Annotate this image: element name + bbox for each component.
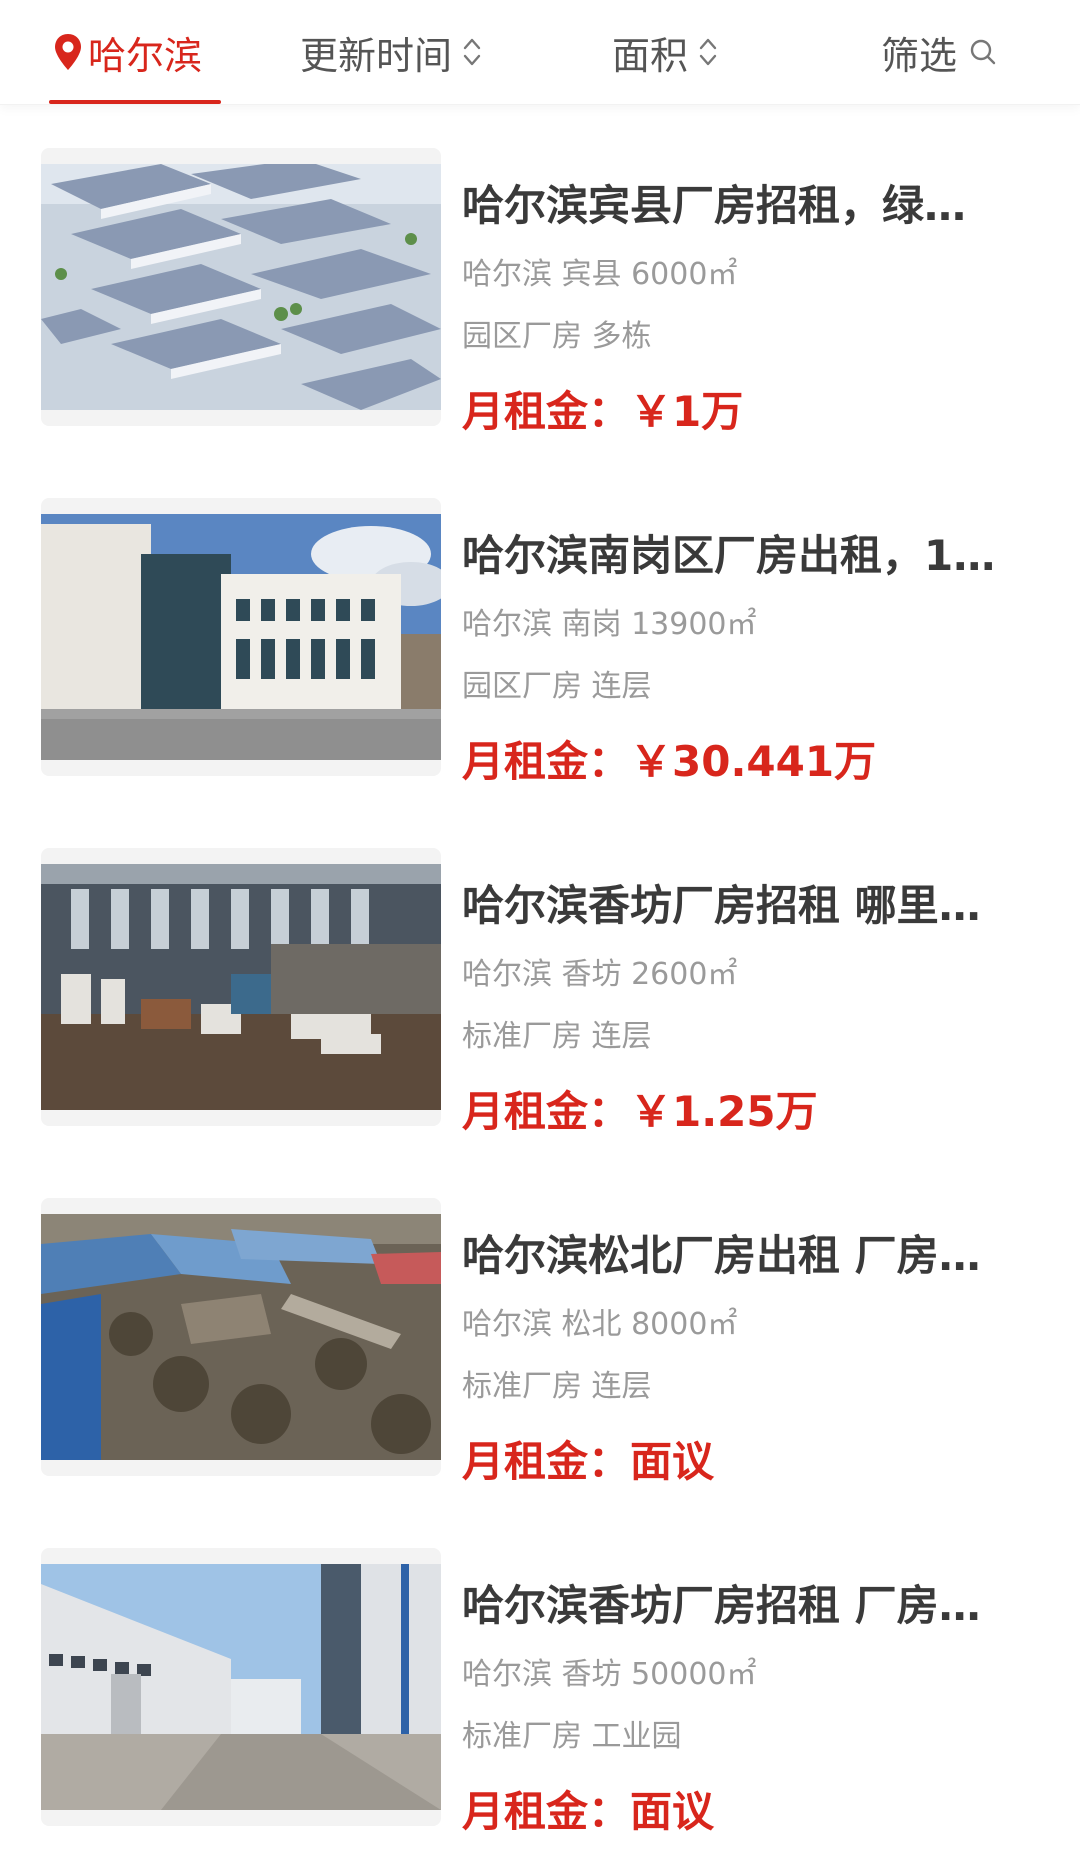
sort-updown-icon	[698, 35, 718, 69]
listing-thumbnail	[41, 1198, 441, 1476]
listing-card[interactable]: 哈尔滨香坊厂房招租 厂房… 哈尔滨 香坊 50000㎡ 标准厂房 工业园 月租金…	[0, 1504, 1080, 1836]
sort-updown-icon	[462, 35, 482, 69]
listing-type: 标准厂房 连层	[462, 1369, 652, 1404]
city-label: 哈尔滨	[88, 33, 203, 78]
listing-location: 哈尔滨 松北 8000㎡	[462, 1307, 738, 1342]
listing-location: 哈尔滨 宾县 6000㎡	[462, 257, 738, 292]
sort-update-label: 更新时间	[300, 33, 453, 78]
listing-title: 哈尔滨宾县厂房招租，绿…	[462, 181, 967, 230]
listing-card[interactable]: 哈尔滨宾县厂房招租，绿… 哈尔滨 宾县 6000㎡ 园区厂房 多栋 月租金：￥1…	[0, 104, 1080, 436]
listing-type: 标准厂房 工业园	[462, 1719, 682, 1754]
listing-price: 月租金：面议	[462, 1437, 715, 1486]
filter-button[interactable]: 筛选	[881, 0, 997, 104]
listing-location: 哈尔滨 南岗 13900㎡	[462, 607, 757, 642]
listing-card[interactable]: 哈尔滨香坊厂房招租 哪里… 哈尔滨 香坊 2600㎡ 标准厂房 连层 月租金：￥…	[0, 804, 1080, 1136]
search-icon	[969, 38, 997, 66]
listing-title: 哈尔滨香坊厂房招租 哪里…	[462, 881, 981, 930]
listing-price: 月租金：￥30.441万	[462, 737, 877, 786]
city-selector[interactable]: 哈尔滨	[52, 0, 202, 104]
sort-by-update-time[interactable]: 更新时间	[300, 0, 482, 104]
listing-thumbnail	[41, 848, 441, 1126]
listing-card[interactable]: 哈尔滨松北厂房出租 厂房… 哈尔滨 松北 8000㎡ 标准厂房 连层 月租金：面…	[0, 1154, 1080, 1486]
listing-price: 月租金：￥1.25万	[462, 1087, 818, 1136]
listing-type: 标准厂房 连层	[462, 1019, 652, 1054]
listing-price: 月租金：￥1万	[462, 387, 744, 436]
listing-thumbnail	[41, 1548, 441, 1826]
sort-by-area[interactable]: 面积	[612, 0, 718, 104]
listing-title: 哈尔滨南岗区厂房出租，1…	[462, 531, 996, 580]
listing-location: 哈尔滨 香坊 50000㎡	[462, 1657, 757, 1692]
listing-price: 月租金：面议	[462, 1787, 715, 1836]
listing-type: 园区厂房 连层	[462, 669, 652, 704]
listing-thumbnail	[41, 498, 441, 776]
listing-card[interactable]: 哈尔滨南岗区厂房出租，1… 哈尔滨 南岗 13900㎡ 园区厂房 连层 月租金：…	[0, 454, 1080, 786]
filter-bar: 哈尔滨 更新时间 面积 筛选	[0, 0, 1080, 105]
listing-title: 哈尔滨松北厂房出租 厂房…	[462, 1231, 981, 1280]
listing-thumbnail	[41, 148, 441, 426]
listing-location: 哈尔滨 香坊 2600㎡	[462, 957, 738, 992]
listing-title: 哈尔滨香坊厂房招租 厂房…	[462, 1581, 981, 1630]
sort-area-label: 面积	[612, 33, 689, 78]
location-pin-icon	[52, 32, 84, 72]
listing-type: 园区厂房 多栋	[462, 319, 652, 354]
filter-label: 筛选	[881, 33, 958, 78]
